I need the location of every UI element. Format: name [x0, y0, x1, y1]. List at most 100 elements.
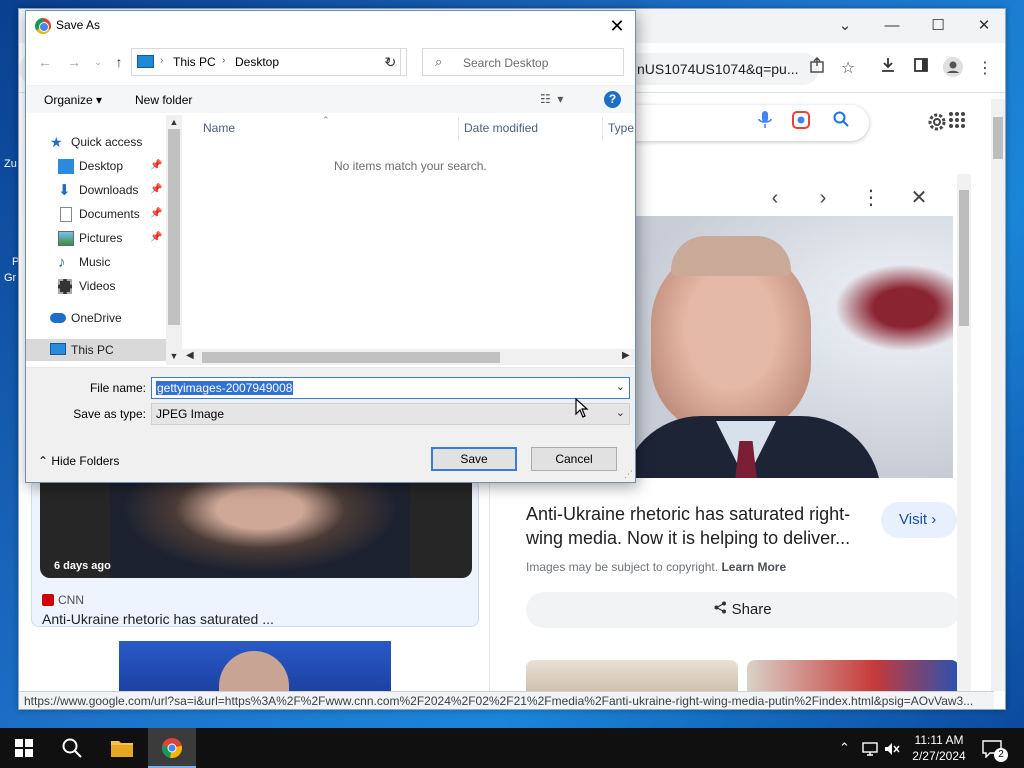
desktop-icon-label: Gr [4, 272, 17, 284]
volume-muted-icon[interactable] [884, 728, 900, 768]
forward-arrow-icon[interactable]: → [64, 51, 84, 73]
search-icon[interactable] [829, 111, 853, 135]
tab-search-icon[interactable]: ⌄ [834, 15, 856, 37]
recent-locations-icon[interactable]: ⌄ [88, 51, 108, 73]
save-type-label: Save as type: [73, 407, 146, 421]
page-scrollbar[interactable] [991, 99, 1005, 691]
next-arrow-icon[interactable]: › [809, 184, 837, 212]
bookmark-star-icon[interactable]: ☆ [836, 57, 860, 81]
close-panel-icon[interactable]: ✕ [905, 184, 933, 212]
scroll-up-icon[interactable]: ▲ [166, 117, 182, 127]
lens-search-icon[interactable] [789, 111, 813, 135]
side-panel-icon[interactable] [909, 57, 933, 81]
chevron-right-icon: › [931, 511, 937, 528]
star-icon: ★ [50, 134, 63, 150]
visit-button[interactable]: Visit › [881, 502, 957, 538]
system-clock[interactable]: 11:11 AM 2/27/2024 [906, 732, 972, 764]
minimize-icon[interactable]: — [881, 15, 903, 37]
dialog-titlebar[interactable]: Save As ✕ [26, 11, 635, 41]
nav-item-onedrive[interactable]: OneDrive [26, 307, 166, 329]
nav-item-desktop[interactable]: Desktop 📌 [26, 155, 166, 177]
file-list-hscrollbar[interactable]: ◀ ▶ [182, 349, 635, 365]
help-icon[interactable]: ? [604, 91, 621, 108]
resize-grip-icon[interactable]: ⋰ [624, 469, 633, 480]
file-explorer-icon[interactable] [98, 728, 146, 768]
column-header-name[interactable]: Name [203, 121, 235, 135]
share-label: Share [731, 601, 772, 618]
navigation-row: ← → ⌄ ↑ › This PC › Desktop ⌄ ↻ ⌕ Search… [26, 47, 635, 77]
nav-item-downloads[interactable]: ⬇ Downloads 📌 [26, 179, 166, 201]
breadcrumb-this-pc[interactable]: This PC [173, 55, 216, 69]
profile-avatar-icon[interactable] [941, 57, 965, 81]
scroll-down-icon[interactable]: ▼ [166, 351, 182, 361]
start-windows-icon[interactable] [0, 728, 48, 768]
view-options-icon[interactable]: ☷ ▾ [540, 92, 563, 106]
share-page-icon[interactable] [805, 57, 829, 81]
result-title[interactable]: Anti-Ukraine rhetoric has saturated ... [42, 611, 274, 627]
organize-button[interactable]: Organize ▾ [44, 93, 102, 107]
column-header-type[interactable]: Type [608, 121, 634, 135]
page-scrollbar-thumb[interactable] [993, 117, 1003, 159]
taskbar-search-icon[interactable] [48, 728, 96, 768]
preview-image[interactable] [631, 216, 953, 478]
chevron-down-icon[interactable]: ⌄ [616, 380, 625, 393]
panel-scrollbar[interactable] [957, 174, 971, 694]
scroll-left-icon[interactable]: ◀ [186, 350, 194, 361]
search-input[interactable]: ⌕ Search Desktop [422, 48, 624, 76]
nav-item-music[interactable]: ♪ Music [26, 251, 166, 273]
nav-pane-scrollbar[interactable]: ▲ ▼ [166, 115, 182, 365]
nav-pane-scrollbar-thumb[interactable] [168, 129, 180, 325]
nav-item-pictures[interactable]: Pictures 📌 [26, 227, 166, 249]
pictures-icon [58, 231, 74, 246]
nav-item-quick-access[interactable]: ★ Quick access [26, 131, 166, 153]
maximize-icon[interactable]: ☐ [927, 15, 949, 37]
breadcrumb-separator[interactable]: › [160, 55, 163, 66]
address-url: nUS1074US1074&q=pu... [637, 61, 799, 77]
chrome-taskbar-icon[interactable] [148, 728, 196, 768]
close-icon[interactable]: ✕ [973, 15, 995, 37]
pc-icon [137, 55, 154, 68]
scroll-right-icon[interactable]: ▶ [622, 350, 630, 361]
download-icon[interactable] [876, 57, 900, 81]
column-separator[interactable] [458, 117, 459, 141]
notification-center-icon[interactable]: 2 [982, 728, 1008, 768]
more-menu-icon[interactable]: ⋮ [973, 57, 997, 81]
back-arrow-icon[interactable]: ← [35, 51, 55, 73]
save-button[interactable]: Save [431, 447, 517, 471]
sort-arrow-icon: ⌃ [322, 115, 330, 125]
image-result-card[interactable]: 6 days ago CNN Anti-Ukraine rhetoric has… [31, 479, 479, 627]
file-name-input[interactable]: gettyimages-2007949008 ⌄ [151, 377, 630, 399]
up-arrow-icon[interactable]: ↑ [109, 51, 129, 73]
apps-grid-icon[interactable] [945, 111, 969, 135]
preview-title[interactable]: Anti-Ukraine rhetoric has saturated righ… [526, 502, 866, 550]
column-header-date[interactable]: Date modified [464, 121, 538, 135]
pin-icon: 📌 [150, 160, 163, 171]
breadcrumb-desktop[interactable]: Desktop [235, 55, 279, 69]
file-list-hscrollbar-thumb[interactable] [202, 352, 500, 363]
result-thumbnail[interactable]: 6 days ago [40, 480, 472, 578]
nav-item-documents[interactable]: Documents 📌 [26, 203, 166, 225]
file-list: ⌃ Name Date modified Type No items match… [182, 115, 635, 365]
share-button[interactable]: Share [526, 592, 960, 628]
previous-arrow-icon[interactable]: ‹ [761, 184, 789, 212]
tray-overflow-icon[interactable]: ⌃ [839, 728, 850, 768]
nav-item-videos[interactable]: Videos [26, 275, 166, 297]
column-separator[interactable] [602, 117, 603, 141]
file-name-label: File name: [89, 381, 146, 395]
new-folder-button[interactable]: New folder [135, 93, 192, 107]
cancel-button[interactable]: Cancel [531, 447, 617, 471]
status-url-bar: https://www.google.com/url?sa=i&url=http… [19, 691, 994, 709]
hide-folders-toggle[interactable]: ⌃ Hide Folders [38, 454, 119, 468]
breadcrumb-separator[interactable]: › [222, 55, 225, 66]
dialog-close-icon[interactable]: ✕ [607, 15, 627, 37]
save-type-select[interactable]: JPEG Image ⌄ [151, 403, 630, 425]
chevron-up-icon: ⌃ [38, 454, 52, 468]
voice-search-icon[interactable] [753, 111, 777, 135]
learn-more-link[interactable]: Learn More [721, 560, 786, 574]
network-icon[interactable] [862, 728, 878, 768]
panel-scrollbar-thumb[interactable] [959, 190, 969, 326]
nav-item-this-pc[interactable]: This PC [26, 339, 166, 361]
more-options-icon[interactable]: ⋮ [857, 184, 885, 212]
address-breadcrumb[interactable]: › This PC › Desktop ⌄ [131, 48, 401, 76]
refresh-icon[interactable]: ↻ [375, 48, 407, 76]
